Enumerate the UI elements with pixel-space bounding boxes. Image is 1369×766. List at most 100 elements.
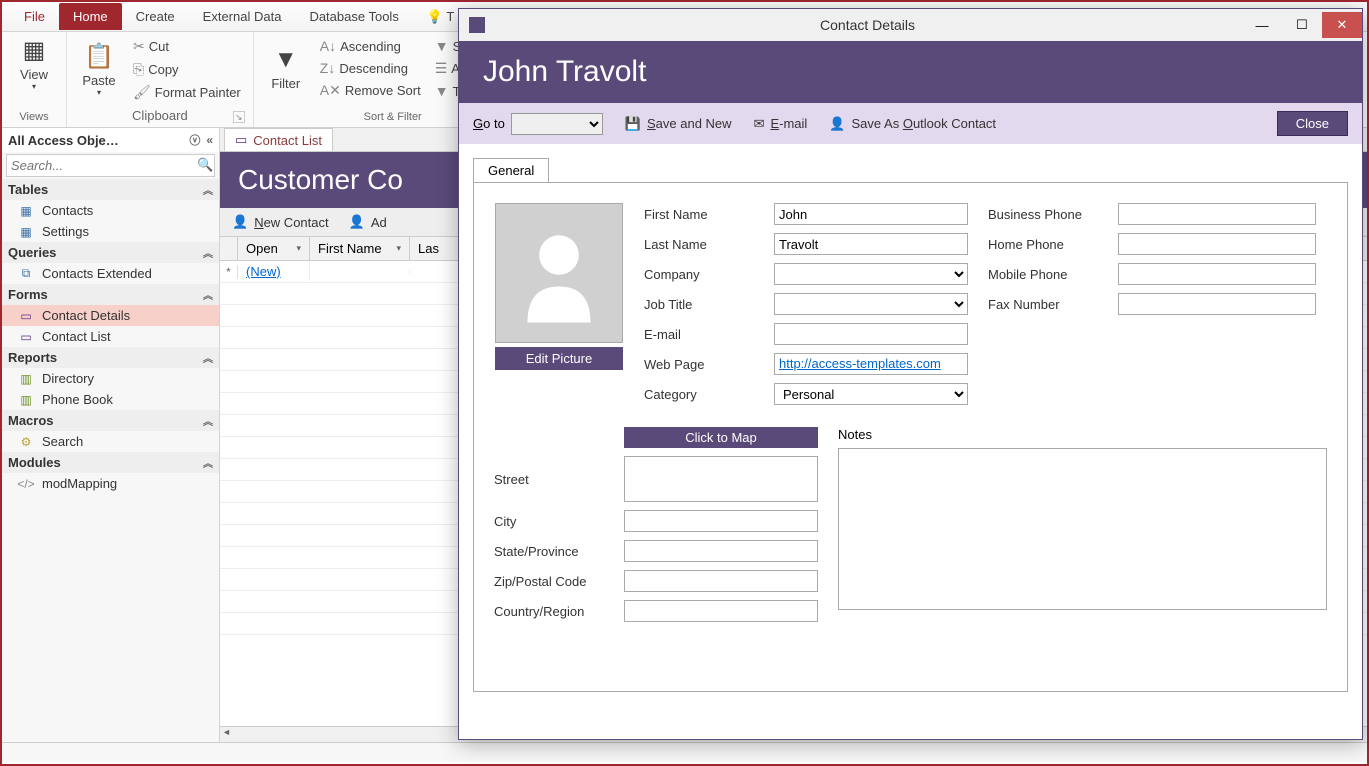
avatar-placeholder-icon [514, 223, 604, 323]
nav-collapse-icon[interactable]: « [206, 133, 213, 147]
section-modules[interactable]: Modules︽ [2, 452, 219, 473]
section-macros[interactable]: Macros︽ [2, 410, 219, 431]
person-icon: 👤 [829, 116, 845, 132]
email-button[interactable]: ✉E-mail [754, 116, 808, 132]
dropdown-icon[interactable]: ▾ [396, 243, 401, 254]
fax-field[interactable] [1118, 293, 1316, 315]
new-row-indicator: * [220, 265, 238, 279]
copy-icon: ⎘ [133, 61, 144, 78]
lastname-field[interactable] [774, 233, 968, 255]
nav-item-contacts[interactable]: ▦Contacts [2, 200, 219, 221]
section-reports[interactable]: Reports︽ [2, 347, 219, 368]
tab-external-data[interactable]: External Data [189, 3, 296, 30]
label-city: City [494, 514, 624, 529]
country-field[interactable] [624, 600, 818, 622]
tab-general[interactable]: General [473, 158, 549, 182]
modal-titlebar[interactable]: Contact Details — ☐ ✕ [459, 9, 1362, 41]
modal-body: General Edit Picture First Name Last Nam… [459, 144, 1362, 739]
report-icon: ▥ [18, 372, 34, 386]
notes-field[interactable] [838, 448, 1327, 610]
zip-field[interactable] [624, 570, 818, 592]
label-fax: Fax Number [988, 297, 1118, 312]
category-field[interactable]: Personal [774, 383, 968, 405]
tab-create[interactable]: Create [122, 3, 189, 30]
nav-item-settings[interactable]: ▦Settings [2, 221, 219, 242]
nav-item-contact-details[interactable]: ▭Contact Details [2, 305, 219, 326]
view-button[interactable]: ▦ View ▾ [10, 36, 58, 91]
label-jobtitle: Job Title [644, 297, 774, 312]
nav-item-modmapping[interactable]: </>modMapping [2, 473, 219, 494]
save-outlook-button[interactable]: 👤Save As Outlook Contact [829, 116, 996, 132]
homephone-field[interactable] [1118, 233, 1316, 255]
section-forms[interactable]: Forms︽ [2, 284, 219, 305]
state-field[interactable] [624, 540, 818, 562]
goto-select[interactable] [511, 113, 603, 135]
contact-picture[interactable] [495, 203, 623, 343]
search-icon[interactable]: 🔍 [193, 155, 217, 176]
nav-caret-icon[interactable]: ⓥ [189, 132, 200, 148]
add-button[interactable]: 👤Ad [349, 214, 387, 230]
filter-button[interactable]: ▼ Filter [262, 36, 310, 101]
label-street: Street [494, 472, 624, 487]
city-field[interactable] [624, 510, 818, 532]
col-firstname[interactable]: First Name▾ [310, 237, 410, 260]
descending-button[interactable]: Z↓Descending [316, 58, 425, 78]
dropdown-icon[interactable]: ▾ [296, 243, 301, 254]
section-queries[interactable]: Queries︽ [2, 242, 219, 263]
chevron-up-icon: ︽ [203, 245, 213, 260]
copy-button[interactable]: ⎘Copy [129, 59, 245, 80]
tab-file[interactable]: File [10, 3, 59, 30]
ascending-button[interactable]: A↓Ascending [316, 36, 425, 56]
col-open[interactable]: Open▾ [238, 237, 310, 260]
contact-details-window: Contact Details — ☐ ✕ John Travolt Go to… [458, 8, 1363, 740]
company-field[interactable] [774, 263, 968, 285]
close-button[interactable]: Close [1277, 111, 1348, 136]
clipboard-launcher[interactable]: ↘ [233, 111, 245, 123]
nav-item-search-macro[interactable]: ⚙Search [2, 431, 219, 452]
jobtitle-field[interactable] [774, 293, 968, 315]
window-close-button[interactable]: ✕ [1322, 12, 1362, 38]
contact-name-header: John Travolt [459, 41, 1362, 103]
nav-item-phone-book[interactable]: ▥Phone Book [2, 389, 219, 410]
col-lastname[interactable]: Las [410, 237, 460, 260]
form-icon: ▭ [235, 132, 247, 148]
person-add-icon: 👤 [232, 214, 248, 230]
minimize-button[interactable]: — [1242, 12, 1282, 38]
row-selector-header[interactable] [220, 237, 238, 260]
section-tables[interactable]: Tables︽ [2, 179, 219, 200]
new-row-link[interactable]: (New) [238, 262, 310, 281]
webpage-link[interactable]: http://access-templates.com [779, 356, 941, 371]
street-field[interactable] [624, 456, 818, 502]
businessphone-field[interactable] [1118, 203, 1316, 225]
save-and-new-button[interactable]: 💾Save and New [625, 116, 732, 132]
goto-control: Go to [473, 113, 603, 135]
nav-item-contacts-extended[interactable]: ⧉Contacts Extended [2, 263, 219, 284]
paste-button[interactable]: 📋 Paste ▾ [75, 36, 123, 103]
firstname-field[interactable] [774, 203, 968, 225]
label-category: Category [644, 387, 774, 402]
form-icon: ▭ [18, 309, 34, 323]
maximize-button[interactable]: ☐ [1282, 12, 1322, 38]
email-field[interactable] [774, 323, 968, 345]
click-to-map-button[interactable]: Click to Map [624, 427, 818, 448]
tab-database-tools[interactable]: Database Tools [295, 3, 412, 30]
datasheet-icon: ▦ [23, 36, 46, 65]
nav-search-input[interactable] [7, 155, 193, 176]
nav-item-contact-list[interactable]: ▭Contact List [2, 326, 219, 347]
module-icon: </> [18, 477, 34, 491]
nav-header[interactable]: All Access Obje… ⓥ « [2, 128, 219, 152]
doc-tab-contact-list[interactable]: ▭Contact List [224, 128, 333, 151]
edit-picture-button[interactable]: Edit Picture [495, 347, 623, 370]
nav-item-directory[interactable]: ▥Directory [2, 368, 219, 389]
cut-button[interactable]: ✂Cut [129, 36, 245, 57]
nav-search: 🔍 [6, 154, 215, 177]
format-painter-button[interactable]: 🖌Format Painter [129, 82, 245, 103]
form-icon: ▭ [18, 330, 34, 344]
label-zip: Zip/Postal Code [494, 574, 624, 589]
remove-sort-button[interactable]: A✕Remove Sort [316, 80, 425, 101]
mobilephone-field[interactable] [1118, 263, 1316, 285]
new-contact-button[interactable]: 👤New Contact [232, 214, 329, 230]
chevron-up-icon: ︽ [203, 413, 213, 428]
tabpanel-general: Edit Picture First Name Last Name Compan… [473, 182, 1348, 692]
tab-home[interactable]: Home [59, 3, 122, 30]
